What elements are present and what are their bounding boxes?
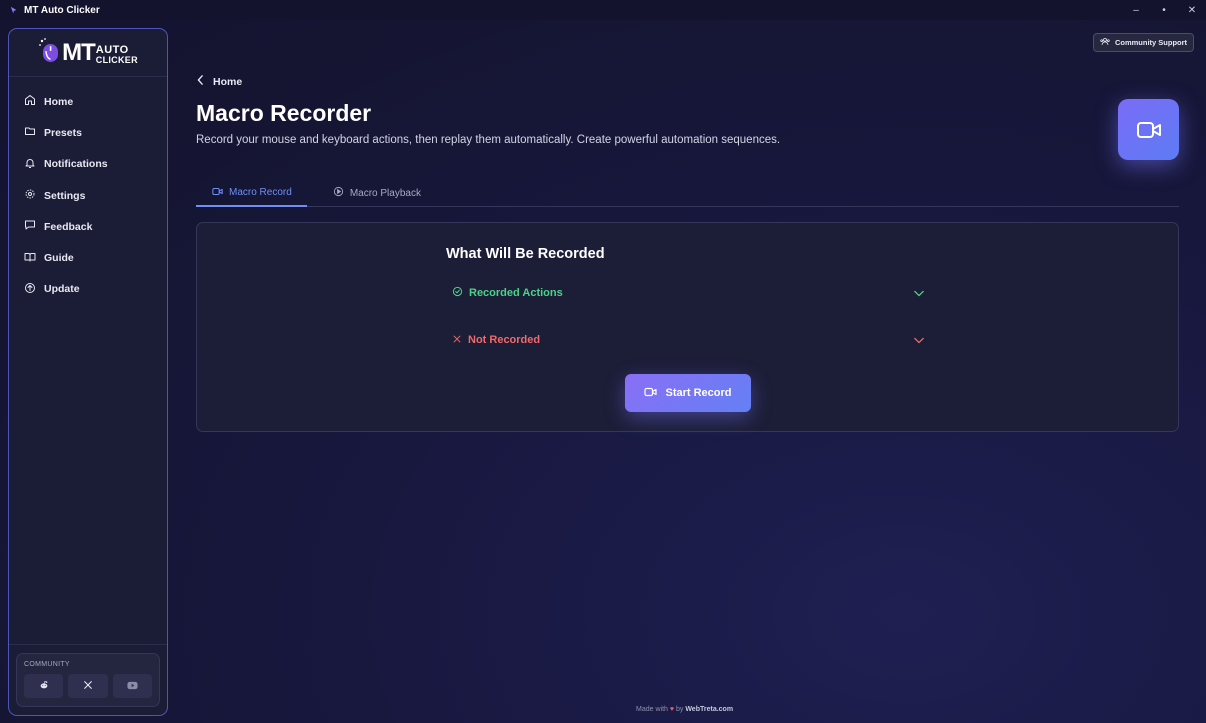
reddit-button[interactable] [24, 674, 64, 698]
logo-text: MT AUTO CLICKER [62, 38, 138, 66]
sidebar-item-presets[interactable]: Presets [9, 117, 167, 148]
sidebar-item-label: Presets [44, 126, 82, 139]
bell-icon [24, 157, 36, 172]
tab-macro-playback[interactable]: Macro Playback [333, 180, 421, 206]
x-button[interactable] [68, 674, 108, 698]
sidebar-item-guide[interactable]: Guide [9, 242, 167, 273]
logo-auto: AUTO [95, 43, 129, 56]
sidebar-item-label: Guide [44, 252, 74, 265]
breadcrumb[interactable]: Home [197, 75, 242, 88]
breadcrumb-home[interactable]: Home [213, 76, 242, 88]
video-camera-icon [644, 387, 658, 400]
start-record-label: Start Record [665, 387, 732, 399]
chevron-down-icon [914, 331, 924, 349]
recorded-actions-accordion[interactable]: Recorded Actions [452, 283, 924, 303]
chevron-down-icon [914, 284, 924, 302]
community-panel: COMMUNITY [16, 653, 160, 707]
window-controls: – • ✕ [1122, 0, 1206, 20]
start-record-button[interactable]: Start Record [625, 374, 751, 412]
play-circle-icon [333, 186, 344, 200]
chevron-left-icon [197, 75, 204, 88]
community-label: COMMUNITY [24, 661, 70, 668]
youtube-icon [127, 677, 138, 695]
sidebar-item-notifications[interactable]: Notifications [9, 149, 167, 180]
card-title: What Will Be Recorded [446, 246, 605, 262]
message-icon [24, 219, 36, 234]
sidebar-nav: Home Presets Notifications Settings Feed… [9, 77, 167, 305]
sidebar-item-settings[interactable]: Settings [9, 180, 167, 211]
footer-brand-link[interactable]: WebTreta.com [685, 706, 733, 713]
heart-icon: ♥ [669, 706, 675, 713]
community-support-label: Community Support [1114, 38, 1188, 47]
app-title: MT Auto Clicker [24, 4, 100, 16]
sidebar-item-home[interactable]: Home [9, 86, 167, 117]
tab-label: Macro Playback [349, 187, 421, 199]
x-icon [83, 677, 93, 695]
sidebar-item-label: Notifications [44, 158, 108, 171]
gear-icon [24, 188, 36, 203]
logo-mt: MT [62, 38, 96, 66]
home-icon [24, 94, 36, 109]
community-divider [9, 644, 167, 645]
community-links [24, 674, 152, 698]
community-support-button[interactable]: Community Support [1093, 33, 1194, 52]
recorded-actions-header: Recorded Actions [452, 286, 563, 300]
minimize-button[interactable]: – [1122, 0, 1150, 20]
book-icon [24, 251, 36, 266]
footer: Made with ♥ by WebTreta.com [636, 706, 733, 713]
sidebar-item-label: Settings [44, 189, 86, 202]
check-circle-icon [452, 286, 463, 300]
maximize-button[interactable]: • [1150, 0, 1178, 20]
sidebar-item-update[interactable]: Update [9, 274, 167, 305]
people-icon [1100, 37, 1110, 48]
title-bar: MT Auto Clicker – • ✕ [0, 0, 1206, 20]
not-recorded-header: Not Recorded [452, 334, 540, 347]
mouse-logo-icon [38, 37, 60, 68]
logo-sub: AUTO CLICKER [95, 43, 138, 65]
sidebar-item-feedback[interactable]: Feedback [9, 211, 167, 242]
not-recorded-accordion[interactable]: Not Recorded [452, 330, 924, 350]
logo[interactable]: MT AUTO CLICKER [38, 37, 138, 68]
recorded-actions-label: Recorded Actions [469, 287, 563, 299]
footer-made-with: Made with [636, 706, 668, 713]
footer-by: by [675, 706, 684, 713]
tab-label: Macro Record [229, 187, 292, 198]
folder-icon [24, 125, 36, 140]
title-bar-left: MT Auto Clicker [0, 1, 100, 19]
sidebar-item-label: Home [44, 95, 74, 108]
tab-bar: Macro Record Macro Playback [196, 180, 1179, 207]
sidebar-item-label: Update [44, 283, 80, 296]
sidebar: MT AUTO CLICKER Home Presets Notificatio… [8, 28, 168, 716]
not-recorded-label: Not Recorded [468, 334, 541, 346]
app-cursor-icon [10, 1, 18, 19]
youtube-button[interactable] [112, 674, 152, 698]
video-camera-icon [212, 187, 223, 199]
page-description: Record your mouse and keyboard actions, … [196, 134, 781, 146]
sidebar-item-label: Feedback [44, 220, 93, 233]
recording-card: What Will Be Recorded Recorded Actions N… [196, 222, 1179, 432]
logo-clicker: CLICKER [95, 54, 138, 65]
logo-area: MT AUTO CLICKER [9, 29, 167, 77]
close-button[interactable]: ✕ [1178, 0, 1206, 20]
video-camera-hero-icon [1118, 99, 1179, 160]
page-title: Macro Recorder [196, 100, 372, 126]
x-mark-icon [452, 334, 462, 347]
reddit-icon [39, 677, 49, 695]
tab-macro-record[interactable]: Macro Record [196, 180, 307, 207]
update-icon [24, 282, 36, 297]
